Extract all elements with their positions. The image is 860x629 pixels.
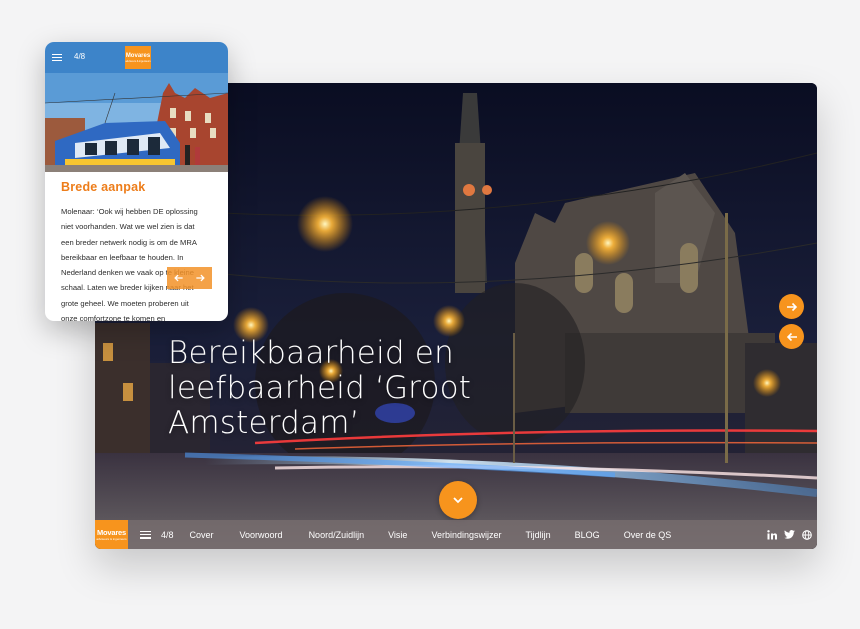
- nav-item-over-de-qs[interactable]: Over de QS: [624, 530, 672, 540]
- nav-item-visie[interactable]: Visie: [388, 530, 407, 540]
- nav-item-voorwoord[interactable]: Voorwoord: [240, 530, 283, 540]
- arrow-right-icon[interactable]: [195, 273, 206, 283]
- mobile-heading: Brede aanpak: [61, 180, 146, 194]
- nav-item-verbindingswijzer[interactable]: Verbindingswijzer: [431, 530, 501, 540]
- hamburger-icon[interactable]: [140, 530, 151, 539]
- tram-photo: [45, 73, 228, 172]
- mobile-header: 4/8 Movares adviseurs & ingenieurs: [45, 42, 228, 73]
- linkedin-icon[interactable]: [767, 529, 777, 540]
- arrow-left-icon[interactable]: [173, 273, 184, 283]
- nav-item-noord-zuidlijn[interactable]: Noord/Zuidlijn: [309, 530, 365, 540]
- logo-subtext: adviseurs & ingenieurs: [125, 59, 151, 63]
- hamburger-icon[interactable]: [52, 54, 62, 61]
- movares-logo[interactable]: Movares adviseurs & ingenieurs: [125, 46, 151, 69]
- logo-text: Movares: [96, 527, 127, 537]
- page-indicator: 4/8: [161, 529, 174, 540]
- next-slide-button[interactable]: [779, 294, 804, 319]
- hero-title: Bereikbaarheid en leefbaarheid ‘Groot Am…: [168, 335, 472, 441]
- arrow-left-icon: [786, 332, 797, 341]
- social-links: [767, 520, 812, 549]
- mobile-preview: 4/8 Movares adviseurs & ingenieurs Brede…: [45, 42, 228, 321]
- twitter-icon[interactable]: [784, 530, 795, 539]
- nav-item-cover[interactable]: Cover: [190, 530, 214, 540]
- mobile-slide-navigation: [167, 267, 212, 289]
- nav-menu: Cover Voorwoord Noord/Zuidlijn Visie Ver…: [190, 530, 698, 540]
- logo-text: Movares: [125, 52, 151, 59]
- bottom-navigation-bar: Movares adviseurs & ingenieurs 4/8 Cover…: [95, 520, 817, 549]
- movares-logo[interactable]: Movares adviseurs & ingenieurs: [95, 520, 128, 549]
- scroll-down-button[interactable]: [439, 481, 477, 519]
- slide-navigation: [779, 294, 805, 349]
- logo-subtext: adviseurs & ingenieurs: [96, 536, 127, 541]
- globe-icon[interactable]: [802, 529, 812, 540]
- mobile-body-text: Molenaar: ‘Ook wij hebben DE oplossing n…: [61, 207, 198, 321]
- mobile-page-indicator: 4/8: [74, 52, 86, 61]
- chevron-down-icon: [453, 497, 463, 504]
- arrow-right-icon: [786, 302, 797, 311]
- nav-item-tijdlijn[interactable]: Tijdlijn: [526, 530, 551, 540]
- previous-slide-button[interactable]: [779, 324, 804, 349]
- nav-item-blog[interactable]: BLOG: [575, 530, 600, 540]
